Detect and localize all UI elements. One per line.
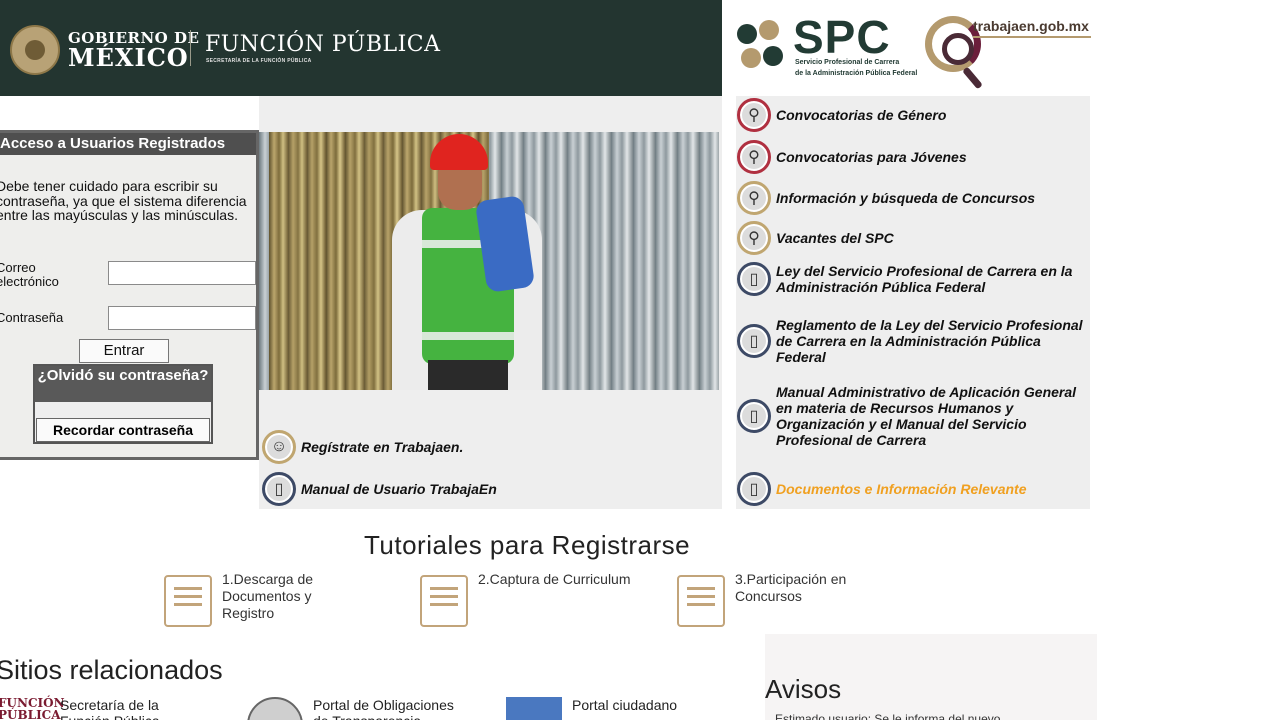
related-site-item[interactable]: Portal de Obligaciones de Transparencia: [247, 697, 473, 720]
login-button[interactable]: Entrar: [79, 339, 169, 363]
email-label: Correo electrónico: [0, 260, 59, 289]
search-icon: ⚲: [737, 140, 771, 174]
funcion-publica-subtitle: SECRETARÍA DE LA FUNCIÓN PÚBLICA: [206, 58, 312, 64]
transparency-portal-icon: [247, 697, 303, 720]
document-icon: ▯: [737, 262, 771, 296]
search-icon: ⚲: [737, 181, 771, 215]
menu-item-label: Información y búsqueda de Concursos: [776, 190, 1036, 206]
login-panel: Acceso a Usuarios Registrados Debe tener…: [0, 130, 259, 460]
password-field[interactable]: [108, 306, 256, 330]
notices-text: Estimado usuario: Se le informa del nuev…: [775, 712, 1001, 720]
menu-documentos-relevantes[interactable]: ▯ Documentos e Información Relevante: [737, 472, 1091, 506]
related-site-item[interactable]: Portal ciudadano: [506, 697, 712, 720]
spc-subtitle-1: Servicio Profesional de Carrera: [795, 59, 900, 66]
menu-item-label: Convocatorias para Jóvenes: [776, 149, 967, 165]
login-note: Debe tener cuidado para escribir su cont…: [0, 178, 247, 223]
person-face: [438, 164, 482, 210]
menu-ley-spc[interactable]: ▯ Ley del Servicio Profesional de Carrer…: [737, 262, 1091, 296]
login-title: Acceso a Usuarios Registrados: [0, 133, 256, 155]
password-label: Contraseña: [0, 310, 64, 325]
menu-item-label: Convocatorias de Género: [776, 107, 947, 123]
related-site-item[interactable]: FUNCIÓN PÚBLICA Secretaría de la Función…: [0, 697, 180, 720]
search-icon: ⚲: [737, 221, 771, 255]
register-link[interactable]: ☺ Regístrate en Trabajaen.: [262, 430, 463, 464]
menu-busqueda-concursos[interactable]: ⚲ Información y búsqueda de Concursos: [737, 181, 1091, 215]
user-icon: ☺: [262, 430, 296, 464]
menu-convocatorias-jovenes[interactable]: ⚲ Convocatorias para Jóvenes: [737, 140, 1091, 174]
document-icon: ▯: [262, 472, 296, 506]
related-site-label: Secretaría de la Función Pública: [60, 697, 160, 720]
search-icon: ⚲: [737, 98, 771, 132]
laptop-document-icon: [164, 575, 212, 627]
menu-vacantes-spc[interactable]: ⚲ Vacantes del SPC: [737, 221, 1091, 255]
tutorial-label: 2.Captura de Curriculum: [478, 571, 631, 587]
header-divider: [190, 30, 191, 66]
menu-item-label: Ley del Servicio Profesional de Carrera …: [776, 263, 1073, 295]
register-link-text: Regístrate en Trabajaen.: [301, 439, 464, 455]
person-helmet: [430, 134, 488, 170]
menu-reglamento-ley[interactable]: ▯ Reglamento de la Ley del Servicio Prof…: [737, 317, 1091, 365]
person-document-icon: [677, 575, 725, 627]
tutorial-label: 3.Participación en Concursos: [735, 571, 847, 604]
graduation-cap-icon: [420, 575, 468, 627]
related-sites-title: Sitios relacionados: [0, 655, 223, 685]
menu-item-label: Documentos e Información Relevante: [776, 481, 1027, 497]
vest-stripe-2: [422, 332, 514, 340]
spc-subtitle-2: de la Administración Pública Federal: [795, 70, 918, 77]
gov-line2: MÉXICO: [68, 43, 189, 72]
trabajaen-underline: [973, 36, 1091, 38]
funcion-publica-logo: FUNCIÓN PÚBLICA: [0, 696, 65, 720]
forgot-password-title: ¿Olvidó su contraseña?: [35, 366, 211, 402]
user-manual-link[interactable]: ▯ Manual de Usuario TrabajaEn: [262, 472, 497, 506]
menu-convocatorias-genero[interactable]: ⚲ Convocatorias de Género: [737, 98, 1091, 132]
trabajaen-url: trabajaen.gob.mx: [973, 18, 1089, 34]
tutorials-title: Tutoriales para Registrarse: [364, 530, 691, 560]
menu-manual-administrativo[interactable]: ▯ Manual Administrativo de Aplicación Ge…: [737, 384, 1091, 448]
hero-photo: [259, 132, 719, 390]
document-icon: ▯: [737, 472, 771, 506]
tutorial-item[interactable]: 1.Descarga de Documentos y Registro: [164, 571, 342, 627]
trabajaen-logo[interactable]: trabajaen.gob.mx: [925, 14, 1095, 94]
spc-title: SPC: [793, 11, 891, 63]
forgot-password-box: ¿Olvidó su contraseña? Recordar contrase…: [33, 364, 213, 444]
government-header: GOBIERNO DE MÉXICO FUNCIÓN PÚBLICA SECRE…: [0, 0, 722, 96]
spc-logo[interactable]: SPC Servicio Profesional de Carrera de l…: [735, 11, 917, 84]
tutorial-item[interactable]: 2.Captura de Curriculum: [420, 571, 648, 627]
magnifier-handle: [962, 66, 983, 90]
related-site-label: Portal ciudadano: [572, 697, 678, 713]
remind-password-button[interactable]: Recordar contraseña: [36, 418, 210, 442]
citizen-portal-icon: [506, 697, 562, 720]
tutorial-label: 1.Descarga de Documentos y Registro: [222, 571, 314, 621]
mexico-seal-icon: [10, 25, 60, 75]
document-icon: ▯: [737, 399, 771, 433]
menu-item-label: Manual Administrativo de Aplicación Gene…: [776, 384, 1077, 448]
email-field[interactable]: [108, 261, 256, 285]
page: GOBIERNO DE MÉXICO FUNCIÓN PÚBLICA SECRE…: [0, 0, 1280, 720]
tutorial-item[interactable]: 3.Participación en Concursos: [677, 571, 855, 627]
menu-item-label: Reglamento de la Ley del Servicio Profes…: [776, 317, 1083, 365]
related-site-label: Portal de Obligaciones de Transparencia: [313, 697, 454, 720]
user-manual-link-text: Manual de Usuario TrabajaEn: [301, 481, 497, 497]
funcion-publica-title[interactable]: FUNCIÓN PÚBLICA: [205, 32, 441, 57]
document-icon: ▯: [737, 324, 771, 358]
person-pants: [428, 360, 508, 390]
spc-mark-icon: [735, 20, 790, 75]
notices-title: Avisos: [765, 674, 842, 704]
menu-item-label: Vacantes del SPC: [776, 230, 894, 246]
